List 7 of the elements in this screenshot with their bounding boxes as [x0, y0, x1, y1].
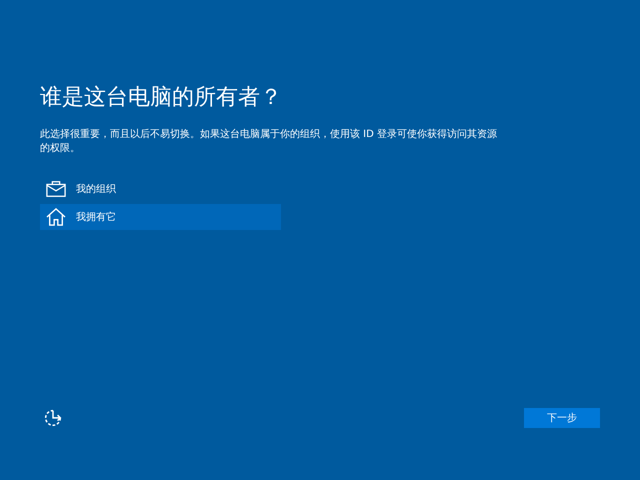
page-title: 谁是这台电脑的所有者？ [40, 84, 283, 112]
next-button[interactable]: 下一步 [524, 408, 600, 428]
owner-option[interactable]: 我的组织 [40, 176, 281, 202]
home-icon [46, 208, 66, 226]
owner-option[interactable]: 我拥有它 [40, 204, 281, 230]
briefcase-icon [46, 180, 66, 198]
description: 此选择很重要，而且以后不易切换。如果这台电脑属于你的组织，使用该 ID 登录可使你获得访问其资源的权限。 [40, 128, 498, 156]
